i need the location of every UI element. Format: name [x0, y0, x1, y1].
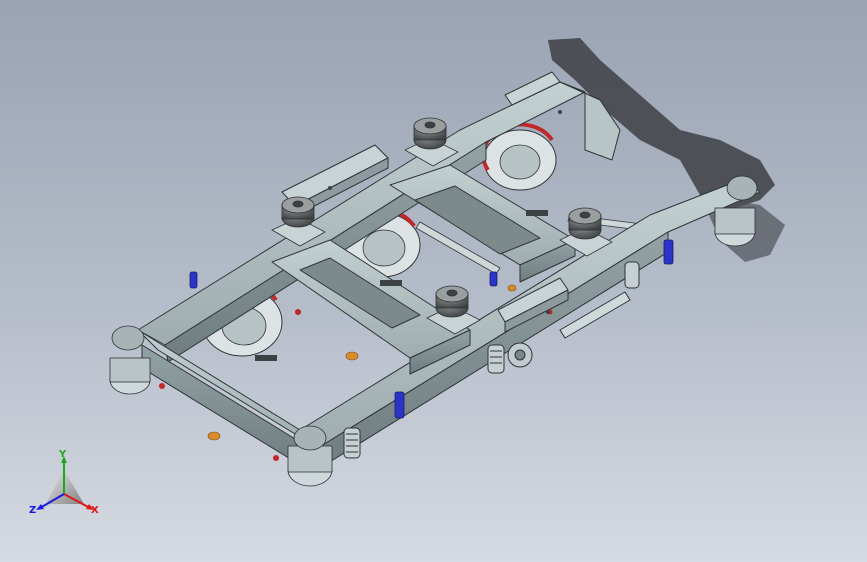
y-axis-label: Y: [59, 449, 67, 460]
bogie-3d-model[interactable]: [0, 0, 867, 562]
z-axis-label: Z: [29, 505, 37, 516]
graphics-viewport[interactable]: Y X Z: [0, 0, 867, 562]
z-axis-arrow: [36, 504, 44, 510]
x-axis-label: X: [91, 505, 99, 516]
